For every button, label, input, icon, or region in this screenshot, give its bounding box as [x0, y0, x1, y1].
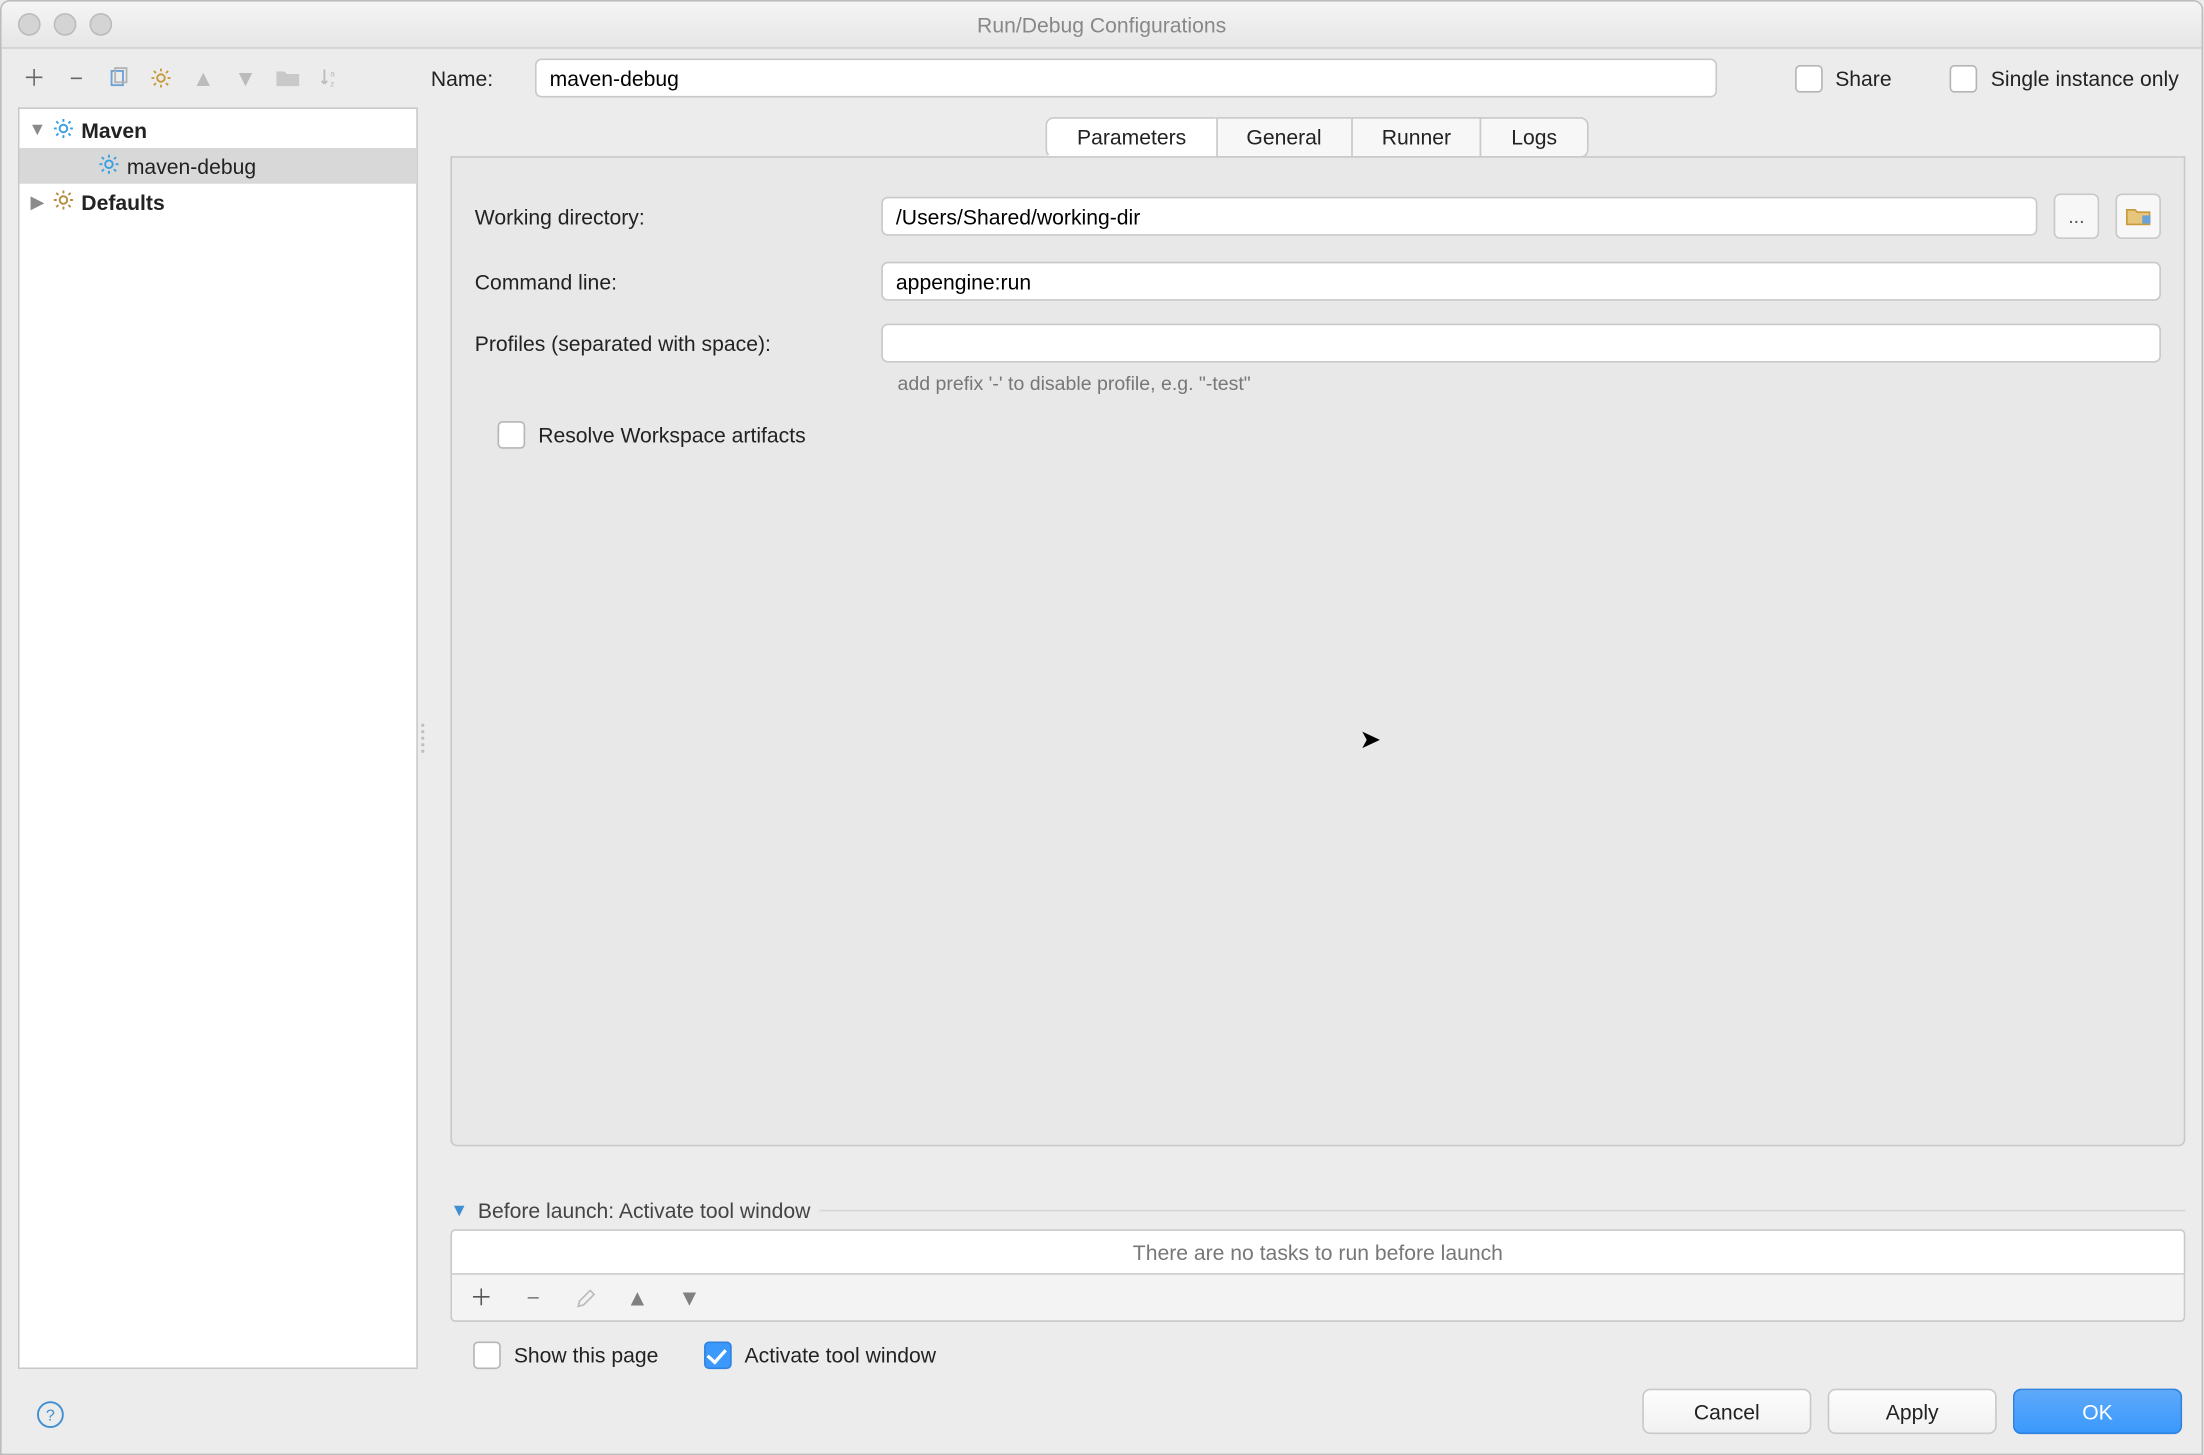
remove-task-icon: − — [517, 1281, 550, 1314]
copy-icon[interactable] — [102, 62, 135, 95]
move-task-up-icon: ▲ — [621, 1281, 654, 1314]
tree-label: Defaults — [81, 189, 164, 213]
single-instance-checkbox[interactable]: Single instance only — [1950, 64, 2179, 92]
close-icon[interactable] — [18, 13, 41, 36]
parameters-panel: Working directory: ... Command line: Pro… — [450, 156, 2185, 1146]
help-icon: ? — [36, 1400, 65, 1429]
button-label: Apply — [1886, 1399, 1939, 1423]
move-down-icon: ▼ — [229, 62, 262, 95]
browse-button[interactable]: ... — [2054, 193, 2100, 239]
before-launch-toolbar: ＋ − ▲ ▼ — [450, 1275, 2185, 1322]
checkbox-icon — [1950, 64, 1978, 92]
tab-logs[interactable]: Logs — [1480, 117, 1588, 158]
folder-open-icon — [2125, 207, 2151, 227]
disclosure-down-icon: ▼ — [450, 1201, 468, 1221]
templates-icon[interactable] — [145, 62, 178, 95]
resolve-artifacts-checkbox[interactable]: Resolve Workspace artifacts — [498, 421, 806, 449]
working-dir-input[interactable] — [881, 197, 2037, 236]
command-line-label: Command line: — [475, 269, 865, 293]
minimize-icon[interactable] — [54, 13, 77, 36]
zoom-icon[interactable] — [89, 13, 112, 36]
before-launch-title: Before launch: Activate tool window — [478, 1198, 811, 1222]
tab-label: Runner — [1382, 125, 1451, 149]
share-checkbox[interactable]: Share — [1795, 64, 1892, 92]
move-task-down-icon: ▼ — [673, 1281, 706, 1314]
maven-icon — [98, 152, 121, 180]
show-this-page-label: Show this page — [514, 1343, 659, 1367]
disclosure-right-icon[interactable]: ▶ — [29, 191, 45, 212]
button-label: Cancel — [1694, 1399, 1760, 1423]
edit-task-icon — [569, 1281, 602, 1314]
run-debug-config-window: Run/Debug Configurations ＋ − ▲ ▼ az — [0, 0, 2203, 1455]
activate-tool-window-label: Activate tool window — [745, 1343, 937, 1367]
tree-label: maven-debug — [127, 154, 256, 178]
config-tree[interactable]: ▼ Maven maven-debug ▶ — [20, 109, 417, 1368]
ellipsis-icon: ... — [2068, 205, 2084, 228]
checkbox-icon — [473, 1341, 501, 1369]
config-tree-panel: ▼ Maven maven-debug ▶ — [18, 107, 418, 1369]
dialog-buttons: Cancel Apply OK — [2, 1369, 2202, 1454]
command-line-input[interactable] — [881, 262, 2161, 301]
tab-runner[interactable]: Runner — [1351, 117, 1482, 158]
name-label: Name: — [431, 66, 522, 90]
working-dir-label: Working directory: — [475, 204, 865, 228]
before-launch-tasks-list[interactable]: There are no tasks to run before launch — [450, 1229, 2185, 1275]
traffic-lights — [18, 13, 112, 36]
tab-parameters[interactable]: Parameters — [1046, 117, 1217, 158]
profiles-hint: add prefix '-' to disable profile, e.g. … — [898, 372, 2161, 395]
sort-alpha-icon: az — [314, 62, 347, 95]
svg-text:z: z — [330, 79, 334, 89]
disclosure-down-icon[interactable]: ▼ — [29, 120, 45, 140]
checkbox-checked-icon — [704, 1341, 732, 1369]
tab-label: Logs — [1511, 125, 1557, 149]
ok-button[interactable]: OK — [2013, 1389, 2182, 1435]
tree-label: Maven — [81, 118, 147, 142]
add-icon[interactable]: ＋ — [18, 62, 51, 95]
titlebar: Run/Debug Configurations — [2, 2, 2202, 49]
name-input[interactable] — [535, 59, 1717, 98]
tab-label: Parameters — [1077, 125, 1186, 149]
activate-tool-window-checkbox[interactable]: Activate tool window — [704, 1341, 936, 1369]
apply-button[interactable]: Apply — [1828, 1389, 1997, 1435]
cancel-button[interactable]: Cancel — [1642, 1389, 1811, 1435]
checkbox-icon — [1795, 64, 1823, 92]
empty-tasks-text: There are no tasks to run before launch — [1133, 1240, 1503, 1264]
maven-icon — [52, 116, 75, 144]
window-title: Run/Debug Configurations — [977, 12, 1226, 36]
svg-text:a: a — [330, 69, 335, 79]
add-task-icon[interactable]: ＋ — [465, 1281, 498, 1314]
move-up-icon: ▲ — [187, 62, 220, 95]
share-label: Share — [1835, 66, 1891, 90]
single-instance-label: Single instance only — [1991, 66, 2179, 90]
help-button[interactable]: ? — [34, 1398, 67, 1431]
tree-node-defaults[interactable]: ▶ Defaults — [20, 184, 417, 220]
tabbar: Parameters General Runner Logs — [450, 117, 2185, 158]
tree-node-maven-debug[interactable]: maven-debug — [20, 148, 417, 184]
sidebar-toolbar: ＋ − ▲ ▼ az — [18, 62, 418, 95]
folder-icon — [272, 62, 305, 95]
divider — [820, 1210, 2185, 1212]
tree-node-maven[interactable]: ▼ Maven — [20, 112, 417, 148]
defaults-icon — [52, 188, 75, 216]
folder-picker-button[interactable] — [2115, 193, 2161, 239]
tab-general[interactable]: General — [1216, 117, 1353, 158]
splitter-handle[interactable] — [418, 107, 428, 1369]
tab-label: General — [1246, 125, 1321, 149]
profiles-label: Profiles (separated with space): — [475, 331, 865, 355]
resolve-artifacts-label: Resolve Workspace artifacts — [538, 423, 805, 447]
button-label: OK — [2082, 1399, 2113, 1423]
remove-icon[interactable]: − — [60, 62, 93, 95]
profiles-input[interactable] — [881, 324, 2161, 363]
before-launch-header[interactable]: ▼ Before launch: Activate tool window — [450, 1198, 2185, 1222]
svg-text:?: ? — [46, 1406, 55, 1424]
checkbox-icon — [498, 421, 526, 449]
show-this-page-checkbox[interactable]: Show this page — [473, 1341, 658, 1369]
